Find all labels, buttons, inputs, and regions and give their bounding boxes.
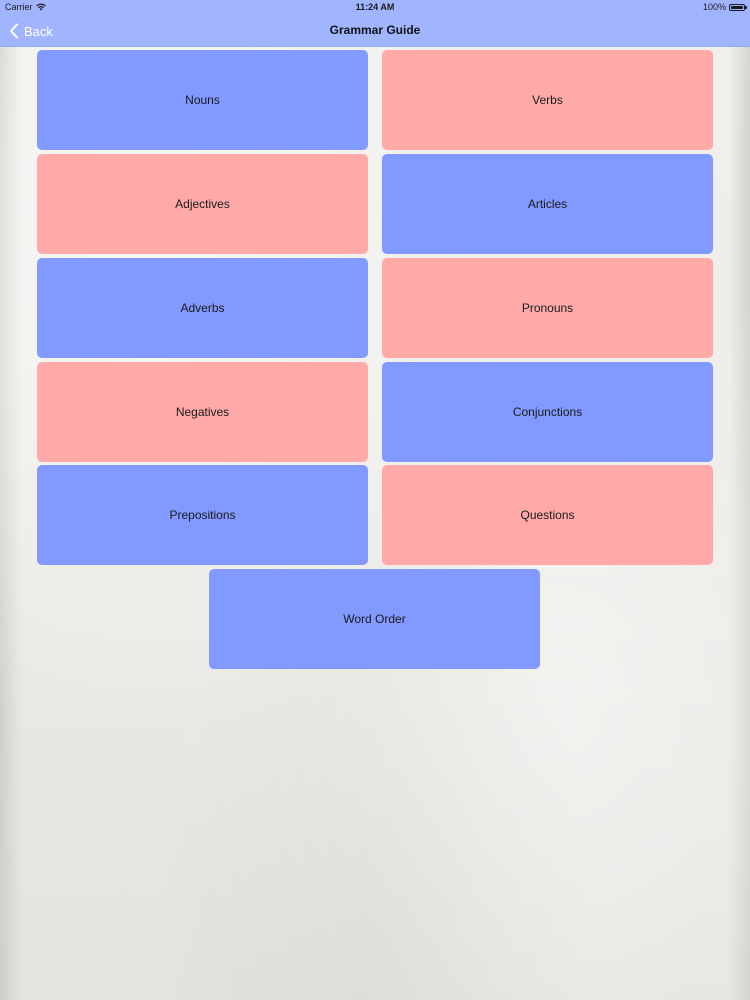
tile-negatives[interactable]: Negatives xyxy=(37,362,368,462)
tile-label: Nouns xyxy=(185,93,220,107)
battery-icon xyxy=(729,3,747,11)
tile-label: Adverbs xyxy=(180,301,225,315)
tile-verbs[interactable]: Verbs xyxy=(382,50,713,150)
battery-indicator: 100% xyxy=(702,2,747,12)
tile-label: Negatives xyxy=(175,405,230,419)
tile-prepositions[interactable]: Prepositions xyxy=(37,465,368,565)
status-bar: Carrier 11:24 AM 100% xyxy=(0,0,750,14)
tile-adverbs[interactable]: Adverbs xyxy=(37,258,368,358)
tile-word-order[interactable]: Word Order xyxy=(209,569,540,669)
tile-pronouns[interactable]: Pronouns xyxy=(382,258,713,358)
tile-label: Word Order xyxy=(343,612,406,626)
tile-articles[interactable]: Articles xyxy=(382,154,713,254)
battery-percent: 100% xyxy=(702,2,726,12)
tile-conjunctions[interactable]: Conjunctions xyxy=(382,362,713,462)
tile-label: Articles xyxy=(527,197,568,211)
tile-label: Verbs xyxy=(532,93,563,107)
tile-adjectives[interactable]: Adjectives xyxy=(37,154,368,254)
tile-label: Adjectives xyxy=(175,197,230,211)
top-bar: Carrier 11:24 AM 100% Back Grammar Guide xyxy=(0,0,750,47)
status-time: 11:24 AM xyxy=(355,2,395,12)
tile-nouns[interactable]: Nouns xyxy=(37,50,368,150)
navigation-bar: Back Grammar Guide xyxy=(0,16,750,46)
tile-label: Pronouns xyxy=(521,301,574,315)
tile-label: Prepositions xyxy=(169,508,236,522)
tile-label: Questions xyxy=(520,508,575,522)
tile-questions[interactable]: Questions xyxy=(382,465,713,565)
tile-label: Conjunctions xyxy=(512,405,583,419)
page-title: Grammar Guide xyxy=(329,23,421,37)
